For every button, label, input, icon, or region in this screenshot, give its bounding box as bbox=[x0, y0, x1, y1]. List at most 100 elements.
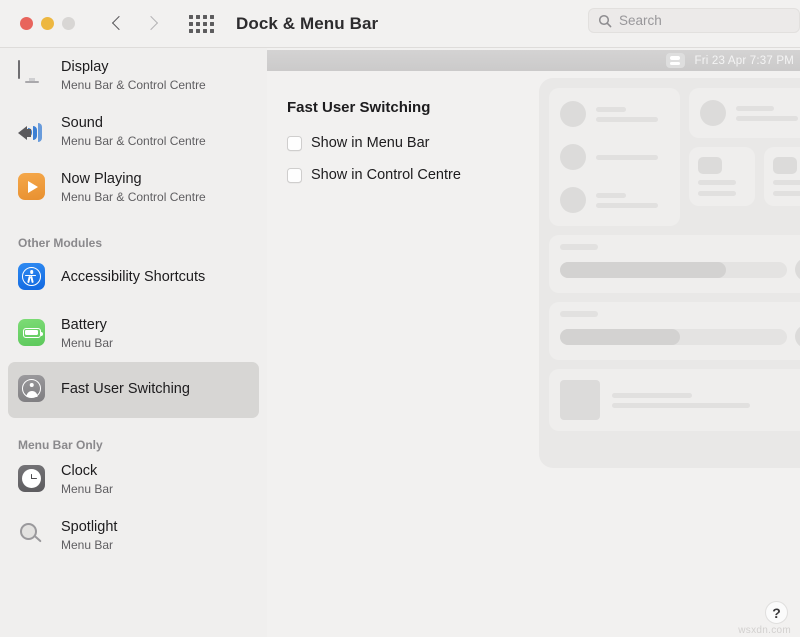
sidebar-item-label: Clock bbox=[61, 463, 98, 480]
search-field[interactable]: Search bbox=[588, 8, 800, 33]
show-in-control-centre-checkbox[interactable] bbox=[287, 167, 302, 183]
modules-sidebar[interactable]: Display Menu Bar & Control Centre Sound … bbox=[0, 48, 267, 637]
cc-line bbox=[698, 191, 736, 196]
show-in-control-centre-label: Show in Control Centre bbox=[311, 167, 461, 183]
sidebar-item-sound[interactable]: Sound Menu Bar & Control Centre bbox=[8, 104, 259, 160]
sidebar-item-sublabel: Menu Bar bbox=[61, 336, 114, 351]
cc-slider-knob bbox=[795, 325, 800, 348]
sidebar-item-accessibility-shortcuts[interactable]: Accessibility Shortcuts bbox=[8, 250, 259, 306]
cc-line bbox=[736, 105, 774, 111]
show-in-menu-bar-checkbox[interactable] bbox=[287, 135, 302, 151]
cc-slider-track bbox=[560, 261, 787, 278]
cc-tile bbox=[763, 147, 800, 206]
cc-right-column bbox=[689, 88, 800, 226]
back-chevron-icon[interactable] bbox=[111, 17, 125, 31]
cc-slider-knob bbox=[795, 258, 800, 281]
fast-user-switching-icon bbox=[18, 375, 48, 405]
cc-toggle-lines bbox=[596, 154, 658, 160]
sidebar-item-sublabel: Menu Bar bbox=[61, 538, 114, 553]
sidebar-item-label: Spotlight bbox=[61, 519, 118, 536]
cc-tile bbox=[689, 147, 755, 206]
detail-pane: Fri 23 Apr 7:37 PM Fast User Switching S… bbox=[267, 48, 800, 637]
menu-bar-preview: Fri 23 Apr 7:37 PM bbox=[267, 50, 800, 71]
cc-tile-glyph bbox=[698, 157, 722, 174]
show-all-grid-icon[interactable] bbox=[189, 14, 214, 33]
minimize-button[interactable] bbox=[41, 17, 54, 30]
cc-toggle-lines bbox=[736, 105, 798, 121]
cc-album-art bbox=[560, 380, 600, 420]
search-icon bbox=[598, 14, 612, 27]
cc-slider-fill bbox=[560, 261, 726, 278]
cc-line bbox=[772, 191, 800, 196]
accessibility-icon bbox=[18, 263, 48, 293]
cc-toggle-dot bbox=[560, 144, 586, 170]
sidebar-item-label: Accessibility Shortcuts bbox=[61, 269, 206, 286]
sidebar-item-label: Display bbox=[61, 59, 109, 76]
preferences-window: Dock & Menu Bar Search Display Menu Bar … bbox=[0, 0, 800, 637]
cc-slider-label bbox=[560, 311, 598, 317]
sidebar-item-label: Fast User Switching bbox=[61, 381, 190, 398]
cc-tile-glyph bbox=[772, 157, 797, 174]
traffic-lights bbox=[20, 17, 75, 30]
cc-slider-label bbox=[560, 244, 598, 250]
sidebar-item-display[interactable]: Display Menu Bar & Control Centre bbox=[8, 48, 259, 104]
sidebar-item-sublabel: Menu Bar & Control Centre bbox=[61, 190, 206, 205]
sidebar-item-clock[interactable]: Clock Menu Bar bbox=[8, 452, 259, 508]
panel-title: Fast User Switching bbox=[287, 99, 431, 116]
cc-line bbox=[596, 154, 658, 160]
sidebar-group-other-modules: Other Modules bbox=[18, 236, 103, 250]
cc-slider-track bbox=[560, 328, 787, 345]
sidebar-item-battery[interactable]: Battery Menu Bar bbox=[8, 306, 259, 362]
sidebar-item-sublabel: Menu Bar & Control Centre bbox=[61, 78, 206, 93]
sidebar-item-spotlight[interactable]: Spotlight Menu Bar bbox=[8, 508, 259, 564]
help-button[interactable]: ? bbox=[765, 601, 788, 624]
close-button[interactable] bbox=[20, 17, 33, 30]
show-in-menu-bar-row[interactable]: Show in Menu Bar bbox=[287, 135, 429, 151]
spotlight-icon bbox=[18, 521, 48, 551]
show-in-menu-bar-label: Show in Menu Bar bbox=[311, 135, 430, 151]
cc-line bbox=[612, 402, 750, 408]
cc-line bbox=[596, 192, 626, 198]
cc-toggle-dot bbox=[700, 100, 726, 126]
cc-toggle-dot bbox=[560, 187, 586, 213]
cc-toggle bbox=[560, 144, 669, 170]
cc-line bbox=[596, 202, 658, 208]
sidebar-item-label: Battery bbox=[61, 317, 107, 334]
menu-bar-clock: Fri 23 Apr 7:37 PM bbox=[694, 54, 794, 67]
sidebar-item-now-playing[interactable]: Now Playing Menu Bar & Control Centre bbox=[8, 160, 259, 216]
page-title: Dock & Menu Bar bbox=[236, 13, 379, 33]
cc-slider-fill bbox=[560, 328, 681, 345]
cc-line bbox=[596, 116, 658, 122]
sidebar-item-fast-user-switching[interactable]: Fast User Switching bbox=[8, 362, 259, 418]
control-centre-preview bbox=[539, 78, 800, 468]
watermark: wsxdn.com bbox=[738, 625, 791, 636]
now-playing-icon bbox=[18, 173, 48, 203]
cc-toggle-lines bbox=[596, 106, 658, 122]
sidebar-item-sublabel: Menu Bar bbox=[61, 482, 114, 497]
cc-slider-row bbox=[560, 258, 800, 281]
cc-top-row bbox=[549, 88, 800, 226]
cc-toggle bbox=[560, 187, 669, 213]
cc-line bbox=[736, 115, 798, 121]
cc-small-tiles-row bbox=[689, 147, 800, 206]
cc-focus-card bbox=[689, 88, 800, 138]
control-centre-icon bbox=[665, 53, 685, 68]
clock-icon bbox=[18, 465, 48, 495]
window-toolbar: Dock & Menu Bar Search bbox=[0, 0, 800, 48]
cc-line bbox=[612, 392, 692, 398]
forward-chevron-icon[interactable] bbox=[145, 17, 159, 31]
cc-connectivity-card bbox=[549, 88, 680, 226]
cc-media-lines bbox=[612, 392, 750, 408]
sidebar-item-sublabel: Menu Bar & Control Centre bbox=[61, 134, 206, 149]
cc-now-playing-card bbox=[549, 369, 800, 431]
cc-line bbox=[596, 106, 626, 112]
sidebar-item-label: Now Playing bbox=[61, 171, 142, 188]
navigation-buttons bbox=[111, 17, 159, 31]
cc-slider-row bbox=[560, 325, 800, 348]
sidebar-item-label: Sound bbox=[61, 115, 103, 132]
cc-line bbox=[698, 180, 736, 185]
show-in-control-centre-row[interactable]: Show in Control Centre bbox=[287, 167, 461, 183]
battery-icon bbox=[18, 319, 48, 349]
zoom-button[interactable] bbox=[62, 17, 75, 30]
sidebar-group-menu-bar-only: Menu Bar Only bbox=[18, 438, 103, 452]
